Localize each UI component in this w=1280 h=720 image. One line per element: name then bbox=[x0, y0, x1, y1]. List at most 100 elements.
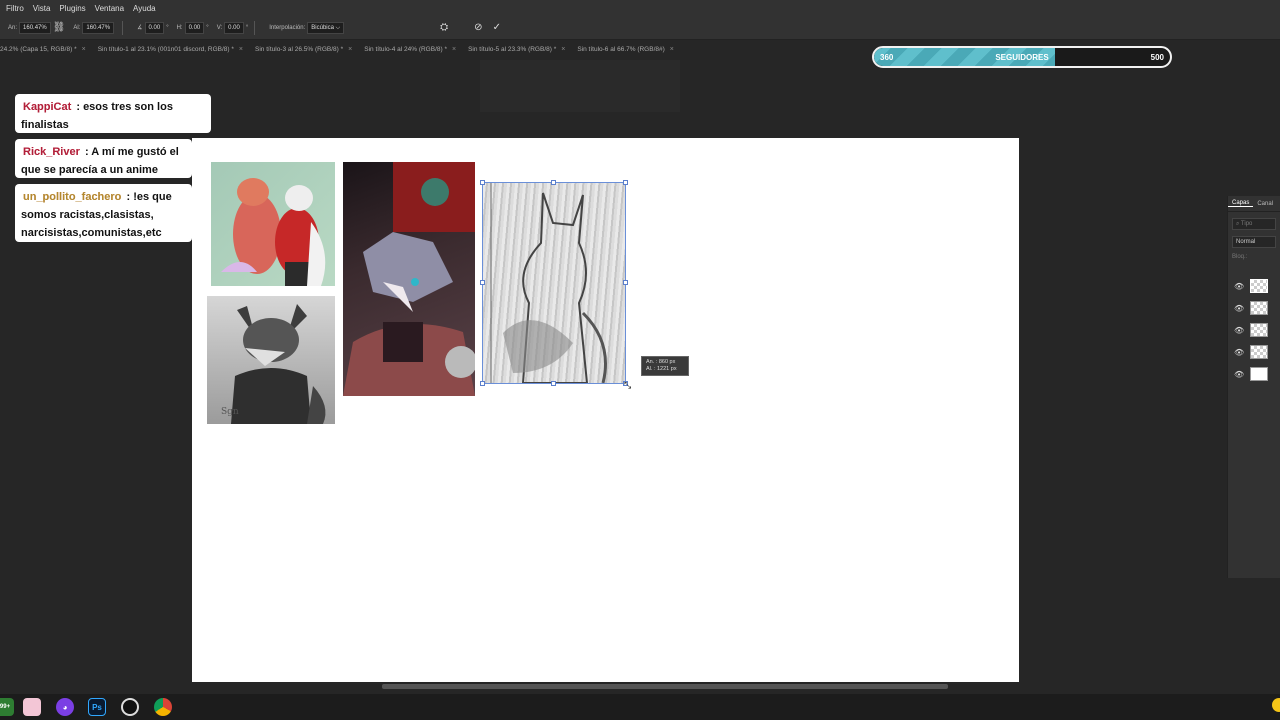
transform-handle[interactable] bbox=[551, 180, 556, 185]
menu-ventana[interactable]: Ventana bbox=[95, 4, 124, 13]
layer-row[interactable]: 👁 bbox=[1228, 342, 1280, 362]
followers-goal-bar: 360 SEGUIDORES 500 bbox=[872, 46, 1172, 68]
interpolation-select[interactable]: Bicúbica ⌵ bbox=[307, 21, 345, 34]
layer-thumbnail bbox=[1250, 367, 1268, 381]
tab-document[interactable]: Sin título-3 al 26.5% (RGB/8) * × bbox=[255, 46, 360, 53]
followers-label: SEGUIDORES bbox=[995, 52, 1049, 62]
angle-field[interactable]: 0.00 bbox=[144, 21, 165, 34]
tab-document[interactable]: Sin título-6 al 66.7% (RGB/8#) × bbox=[577, 46, 682, 53]
chat-message: un_pollito_fachero : !es que somos racis… bbox=[15, 184, 192, 242]
tab-channels[interactable]: Canal bbox=[1253, 201, 1277, 207]
horizontal-scrollbar[interactable] bbox=[192, 682, 1019, 690]
close-icon[interactable]: × bbox=[561, 46, 565, 53]
close-icon[interactable]: × bbox=[452, 46, 456, 53]
artwork-sketch-selected[interactable] bbox=[482, 182, 626, 384]
hskew-field[interactable]: 0.00 bbox=[184, 21, 205, 34]
followers-goal: 500 bbox=[1150, 52, 1164, 62]
options-bar: An: 160.47% ⛓ Al: 160.47% ∡ 0.00 ° H: 0.… bbox=[0, 16, 1280, 40]
svg-text:Sgn: Sgn bbox=[221, 407, 239, 417]
tab-label: Sin título-6 al 66.7% (RGB/8#) bbox=[577, 45, 665, 53]
layer-thumbnail bbox=[1250, 301, 1268, 315]
transform-handle[interactable] bbox=[480, 381, 485, 386]
tooltip-height: Al. : 1221 px bbox=[646, 366, 677, 372]
transform-handle[interactable] bbox=[623, 180, 628, 185]
resize-cursor-icon: ⤡ bbox=[624, 380, 632, 390]
warp-icon[interactable]: ⛭ bbox=[440, 22, 448, 33]
transform-handle[interactable] bbox=[551, 381, 556, 386]
chat-text: : !es que bbox=[126, 191, 172, 203]
vskew-unit: ° bbox=[245, 24, 249, 31]
blend-mode-select[interactable]: Normal bbox=[1232, 236, 1276, 248]
app-icon[interactable] bbox=[23, 698, 41, 716]
menu-plugins[interactable]: Plugins bbox=[59, 4, 85, 13]
link-icon[interactable]: ⛓ bbox=[53, 22, 66, 33]
tab-layers[interactable]: Capas bbox=[1228, 200, 1254, 207]
eye-icon[interactable]: 👁 bbox=[1234, 326, 1244, 335]
layer-thumbnail bbox=[1250, 323, 1268, 337]
tab-label: Sin título-5 al 23.3% (RGB/8) * bbox=[468, 45, 557, 53]
cancel-icon[interactable]: ⊘ bbox=[474, 22, 482, 33]
tab-document[interactable]: Sin título-4 al 24% (RGB/8) * × bbox=[364, 46, 464, 53]
close-icon[interactable]: × bbox=[670, 46, 674, 53]
layer-row[interactable]: 👁 bbox=[1228, 276, 1280, 296]
menu-bar: Filtro Vista Plugins Ventana Ayuda bbox=[0, 0, 1280, 16]
transform-handle[interactable] bbox=[623, 280, 628, 285]
size-tooltip: An. : 860 px Al. : 1221 px bbox=[641, 356, 689, 376]
height-field[interactable]: 160.47% bbox=[82, 21, 115, 34]
chat-message: KappiCat : esos tres son los finalistas bbox=[15, 94, 211, 133]
obs-icon[interactable] bbox=[121, 698, 139, 716]
lock-label: Bloq.: bbox=[1232, 254, 1248, 260]
commit-check-icon[interactable]: ✓ bbox=[493, 22, 501, 33]
chat-username: Rick_River bbox=[23, 146, 80, 158]
chat-text: somos racistas,clasistas, bbox=[21, 209, 154, 221]
chat-username: un_pollito_fachero bbox=[23, 191, 122, 203]
menu-ayuda[interactable]: Ayuda bbox=[133, 4, 156, 13]
vskew-field[interactable]: 0.00 bbox=[224, 21, 244, 34]
layer-row[interactable]: 👁 bbox=[1228, 364, 1280, 384]
layer-thumbnail bbox=[1250, 279, 1268, 293]
tooltip-width: An. : 860 px bbox=[646, 359, 676, 365]
layer-filter-input[interactable]: ⌕ Tipo bbox=[1232, 218, 1276, 230]
chrome-icon[interactable] bbox=[154, 698, 172, 716]
transform-handle[interactable] bbox=[480, 280, 485, 285]
scrollbar-thumb[interactable] bbox=[382, 684, 948, 689]
close-icon[interactable]: × bbox=[239, 46, 243, 53]
transform-handle[interactable] bbox=[480, 180, 485, 185]
layer-row[interactable]: 👁 bbox=[1228, 298, 1280, 318]
photoshop-icon[interactable]: Ps bbox=[88, 698, 106, 716]
angle-unit: ° bbox=[166, 24, 169, 31]
canvas-shadow bbox=[480, 60, 680, 112]
chat-text: : esos tres son los bbox=[76, 101, 173, 113]
chat-username: KappiCat bbox=[23, 101, 72, 113]
taskbar: 99+ ◕ Ps bbox=[0, 694, 1280, 720]
tray-icon[interactable] bbox=[1272, 698, 1280, 712]
width-field[interactable]: 160.47% bbox=[19, 21, 51, 34]
artwork-gray-fox[interactable]: Sgn bbox=[207, 296, 335, 424]
eye-icon[interactable]: 👁 bbox=[1234, 304, 1244, 313]
close-icon[interactable]: × bbox=[348, 46, 352, 53]
menu-vista[interactable]: Vista bbox=[33, 4, 51, 13]
eye-icon[interactable]: 👁 bbox=[1234, 282, 1244, 291]
layers-panel: Capas Canal ⌕ Tipo Normal Bloq.: 👁 👁 👁 👁… bbox=[1227, 196, 1280, 578]
close-icon[interactable]: × bbox=[82, 46, 86, 53]
tab-document[interactable]: 24.2% (Capa 15, RGB/8) * × bbox=[0, 46, 94, 53]
layer-row[interactable]: 👁 bbox=[1228, 320, 1280, 340]
artwork-wolf-red-bg[interactable] bbox=[343, 162, 475, 396]
interpolation-label: Interpolación: bbox=[269, 24, 306, 31]
layer-thumbnail bbox=[1250, 345, 1268, 359]
notification-badge[interactable]: 99+ bbox=[0, 698, 14, 716]
menu-filtro[interactable]: Filtro bbox=[6, 4, 24, 13]
discord-icon[interactable]: ◕ bbox=[56, 698, 74, 716]
chat-text: que se parecía a un anime bbox=[21, 164, 158, 176]
chat-text: finalistas bbox=[21, 119, 69, 131]
tab-label: Sin título-4 al 24% (RGB/8) * bbox=[364, 45, 447, 53]
chat-message: Rick_River : A mí me gustó el que se par… bbox=[15, 139, 192, 178]
tab-document[interactable]: Sin título-5 al 23.3% (RGB/8) * × bbox=[468, 46, 573, 53]
artwork-dragon-couple[interactable] bbox=[211, 162, 335, 286]
chat-text: : A mí me gustó el bbox=[84, 146, 179, 158]
eye-icon[interactable]: 👁 bbox=[1234, 348, 1244, 357]
vskew-label: V: bbox=[216, 24, 223, 31]
tab-document[interactable]: Sin título-1 al 23.1% (001n01 discord, R… bbox=[98, 46, 251, 53]
width-label: An: bbox=[8, 24, 18, 31]
eye-icon[interactable]: 👁 bbox=[1234, 370, 1244, 379]
